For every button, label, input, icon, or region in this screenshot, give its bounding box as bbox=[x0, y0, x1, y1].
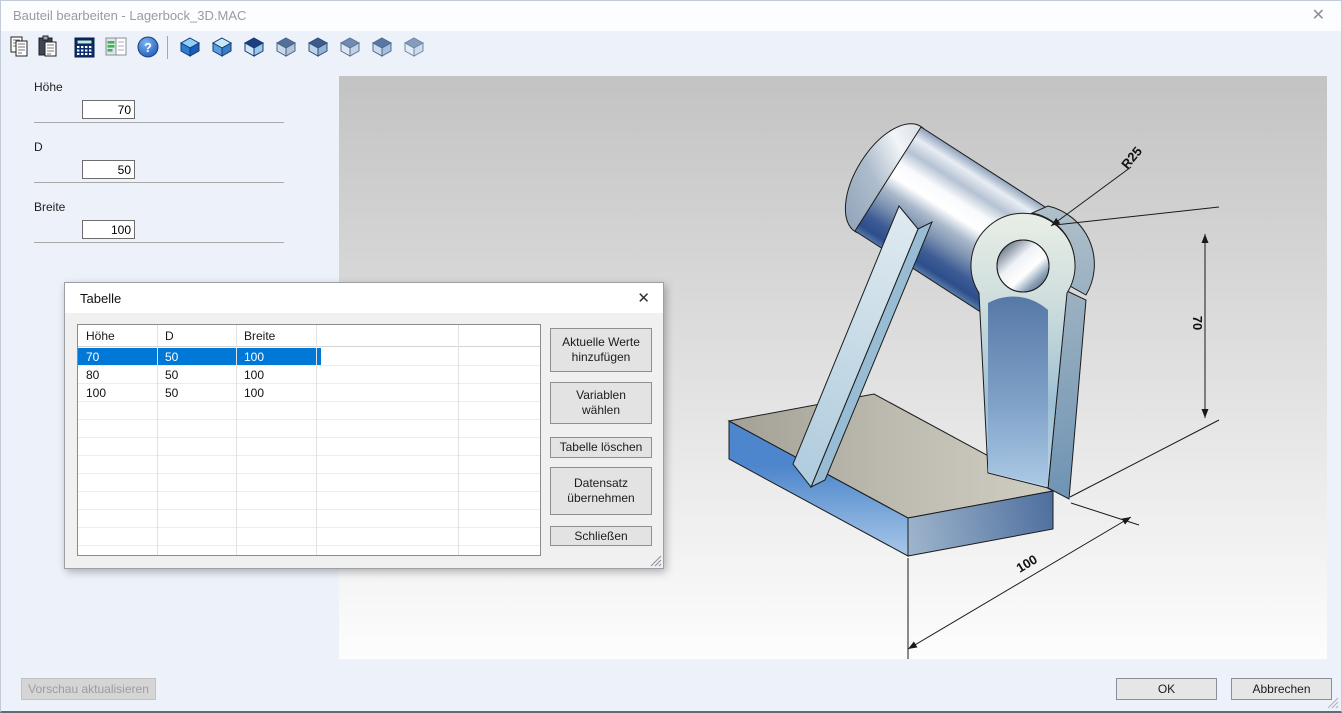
cell-hoehe: 80 bbox=[86, 368, 99, 382]
edit-part-window: Bauteil bearbeiten - Lagerbock_3D.MAC ✕ bbox=[0, 0, 1342, 713]
help-button[interactable]: ? bbox=[135, 34, 161, 60]
view-mode-half-shaded-button[interactable] bbox=[369, 34, 395, 60]
dialog-resize-grip[interactable] bbox=[648, 553, 662, 567]
hoehe-input[interactable] bbox=[82, 100, 135, 119]
copy-icon bbox=[8, 35, 32, 59]
cube-shaded-icon bbox=[210, 35, 234, 59]
cube-light-icon bbox=[402, 35, 426, 59]
close-dialog-button[interactable]: Schließen bbox=[550, 526, 652, 546]
cell-hoehe: 70 bbox=[86, 350, 99, 364]
field-separator bbox=[34, 242, 284, 243]
field-separator bbox=[34, 122, 284, 123]
cell-breite: 100 bbox=[244, 386, 264, 400]
toolbar-separator bbox=[167, 36, 168, 59]
choose-variables-button[interactable]: Variablen wählen bbox=[550, 382, 652, 424]
table-row-empty[interactable] bbox=[78, 420, 540, 438]
column-header-breite: Breite bbox=[244, 329, 275, 343]
view-mode-shaded-button[interactable] bbox=[209, 34, 235, 60]
column-gridline bbox=[157, 325, 158, 555]
cell-breite: 100 bbox=[244, 368, 264, 382]
variable-table-icon bbox=[104, 35, 128, 59]
column-gridline bbox=[458, 325, 459, 555]
table-row[interactable]: 100 50 100 bbox=[78, 384, 540, 402]
cube-top-dark-icon bbox=[242, 35, 266, 59]
column-gridline bbox=[316, 325, 317, 555]
table-row[interactable]: 70 50 100 bbox=[78, 348, 540, 366]
clear-table-button[interactable]: Tabelle löschen bbox=[550, 437, 652, 458]
window-title: Bauteil bearbeiten - Lagerbock_3D.MAC bbox=[13, 8, 246, 23]
breite-input[interactable] bbox=[82, 220, 135, 239]
cell-d: 50 bbox=[165, 350, 178, 364]
value-table[interactable]: Höhe D Breite 70 50 100 80 50 100 100 50… bbox=[77, 324, 541, 556]
table-dialog-title: Tabelle bbox=[80, 291, 121, 306]
cell-breite: 100 bbox=[244, 350, 264, 364]
table-dialog-titlebar[interactable]: Tabelle ✕ bbox=[65, 283, 663, 313]
apply-record-button[interactable]: Datensatz übernehmen bbox=[550, 467, 652, 515]
variable-table-button[interactable] bbox=[103, 34, 129, 60]
cancel-button[interactable]: Abbrechen bbox=[1231, 678, 1332, 700]
calculator-icon bbox=[73, 36, 96, 59]
field-label-d: D bbox=[34, 140, 43, 154]
toolbar: ? bbox=[1, 31, 1341, 65]
row-selection-highlight bbox=[78, 348, 321, 365]
title-bar: Bauteil bearbeiten - Lagerbock_3D.MAC ✕ bbox=[1, 1, 1341, 31]
svg-text:?: ? bbox=[144, 40, 152, 55]
field-label-breite: Breite bbox=[34, 200, 65, 214]
height-dimension-label: 70 bbox=[1190, 316, 1205, 330]
close-icon[interactable]: ✕ bbox=[1312, 5, 1325, 25]
add-current-values-button[interactable]: Aktuelle Werte hinzufügen bbox=[550, 328, 652, 372]
table-dialog: Tabelle ✕ Höhe D Breite 70 50 100 80 50 bbox=[64, 282, 664, 569]
table-row-empty[interactable] bbox=[78, 402, 540, 420]
view-mode-translucent-button[interactable] bbox=[337, 34, 363, 60]
column-header-hoehe: Höhe bbox=[86, 329, 115, 343]
view-mode-light-box-button[interactable] bbox=[401, 34, 427, 60]
table-header-row: Höhe D Breite bbox=[78, 325, 540, 347]
d-input[interactable] bbox=[82, 160, 135, 179]
view-mode-open-box-button[interactable] bbox=[305, 34, 331, 60]
cube-solid-icon bbox=[178, 35, 202, 59]
calculator-button[interactable] bbox=[71, 34, 97, 60]
table-row-empty[interactable] bbox=[78, 456, 540, 474]
view-mode-solid-button[interactable] bbox=[177, 34, 203, 60]
table-row-empty[interactable] bbox=[78, 438, 540, 456]
column-gridline bbox=[236, 325, 237, 555]
window-resize-grip[interactable] bbox=[1325, 695, 1339, 709]
table-row-empty[interactable] bbox=[78, 510, 540, 528]
paste-icon bbox=[36, 35, 60, 59]
paste-button[interactable] bbox=[35, 34, 61, 60]
refresh-preview-button: Vorschau aktualisieren bbox=[21, 678, 156, 700]
table-row[interactable]: 80 50 100 bbox=[78, 366, 540, 384]
ok-button[interactable]: OK bbox=[1116, 678, 1217, 700]
field-label-hoehe: Höhe bbox=[34, 80, 63, 94]
field-separator bbox=[34, 182, 284, 183]
cell-d: 50 bbox=[165, 386, 178, 400]
table-row-empty[interactable] bbox=[78, 528, 540, 546]
table-row-empty[interactable] bbox=[78, 474, 540, 492]
copy-button[interactable] bbox=[7, 34, 33, 60]
cube-half-shaded-icon bbox=[370, 35, 394, 59]
table-row-empty[interactable] bbox=[78, 492, 540, 510]
cell-d: 50 bbox=[165, 368, 178, 382]
view-mode-wireframe-button[interactable] bbox=[273, 34, 299, 60]
view-mode-top-dark-button[interactable] bbox=[241, 34, 267, 60]
help-icon: ? bbox=[136, 35, 160, 59]
table-dialog-close-icon[interactable]: ✕ bbox=[637, 289, 650, 307]
column-header-d: D bbox=[165, 329, 174, 343]
cube-wireframe-icon bbox=[274, 35, 298, 59]
cube-translucent-icon bbox=[338, 35, 362, 59]
cube-open-icon bbox=[306, 35, 330, 59]
cell-hoehe: 100 bbox=[86, 386, 106, 400]
